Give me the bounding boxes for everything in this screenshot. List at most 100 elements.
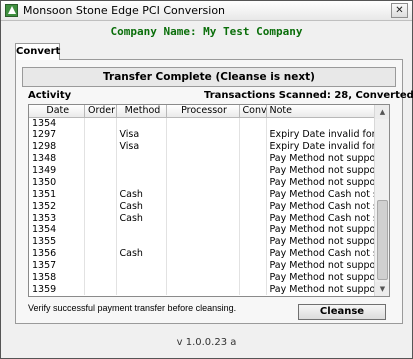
cell-conv — [239, 152, 267, 165]
cell-conv — [239, 271, 267, 284]
cell-processor — [166, 247, 240, 260]
cell-conv — [239, 164, 267, 177]
cell-processor — [166, 235, 240, 248]
table-row[interactable]: 1350 Pay Method not supported — [29, 176, 374, 189]
cell-conv — [239, 259, 267, 272]
cell-processor — [166, 200, 240, 213]
cell-date: 1298 — [29, 140, 85, 153]
cell-processor — [166, 152, 240, 165]
table-row[interactable]: 1359 Pay Method not supported — [29, 283, 374, 296]
cell-conv — [239, 235, 267, 248]
table-row[interactable]: 1358 Pay Method not supported — [29, 271, 374, 284]
cell-date: 1348 — [29, 152, 85, 165]
tab-convert[interactable]: Convert — [15, 43, 60, 60]
cell-order — [84, 212, 117, 225]
cell-method — [116, 176, 167, 189]
table-row[interactable]: 1356 Cash Pay Method Cash not suppo — [29, 247, 374, 260]
title-bar: Monsoon Stone Edge PCI Conversion ✕ — [1, 1, 412, 21]
table-row[interactable]: 1348 Pay Method not supported — [29, 152, 374, 165]
transactions-summary: Transactions Scanned: 28, Converted: — [204, 90, 413, 101]
table-row[interactable]: 1354 Pay Method not supported — [29, 224, 374, 236]
cell-date: 1357 — [29, 259, 85, 272]
column-header-note[interactable]: Note — [266, 105, 374, 118]
cell-date: 1354 — [29, 117, 85, 129]
cell-order — [84, 128, 117, 141]
cell-conv — [239, 200, 267, 213]
grid-scrollbar[interactable]: ▲ ▼ — [374, 105, 389, 296]
cell-conv — [239, 117, 267, 129]
scroll-down-icon[interactable]: ▼ — [375, 282, 389, 296]
cell-processor — [166, 259, 240, 272]
table-row[interactable]: 1357 Pay Method not supported — [29, 259, 374, 272]
cell-order — [84, 188, 117, 201]
cell-processor — [166, 188, 240, 201]
cell-order — [84, 259, 117, 272]
activity-label: Activity — [28, 90, 72, 101]
cell-processor — [166, 283, 240, 296]
cell-note: Pay Method Cash not suppo — [266, 247, 374, 260]
scroll-up-icon[interactable]: ▲ — [375, 105, 389, 119]
table-row[interactable]: 1351 Cash Pay Method Cash not suppo — [29, 188, 374, 201]
cell-method — [116, 283, 167, 296]
cell-processor — [166, 140, 240, 153]
cell-note: Pay Method not supported — [266, 259, 374, 272]
cell-conv — [239, 247, 267, 260]
table-row[interactable]: 1354 — [29, 117, 374, 129]
cell-conv — [239, 283, 267, 296]
cell-order — [84, 235, 117, 248]
table-row[interactable]: 1355 Pay Method not supported — [29, 235, 374, 248]
column-header-date[interactable]: Date — [29, 105, 85, 118]
column-header-processor[interactable]: Processor — [166, 105, 240, 118]
cell-processor — [166, 117, 240, 129]
cleanse-button[interactable]: Cleanse — [298, 304, 386, 320]
column-header-order[interactable]: Order — [84, 105, 117, 118]
cell-method — [116, 259, 167, 272]
company-name: Company Name: My Test Company — [110, 25, 303, 38]
cell-note: Pay Method not supported — [266, 152, 374, 165]
cell-conv — [239, 212, 267, 225]
cell-date: 1349 — [29, 164, 85, 177]
cell-date: 1352 — [29, 200, 85, 213]
table-row[interactable]: 1352 Cash Pay Method Cash not suppo — [29, 200, 374, 213]
column-header-method[interactable]: Method — [116, 105, 167, 118]
table-row[interactable]: 1349 Pay Method not supported — [29, 164, 374, 177]
cell-order — [84, 152, 117, 165]
scroll-thumb[interactable] — [377, 200, 388, 280]
cell-note: Pay Method Cash not suppo — [266, 200, 374, 213]
cell-order — [84, 247, 117, 260]
cell-order — [84, 164, 117, 177]
cell-order — [84, 271, 117, 284]
cell-method: Cash — [116, 247, 167, 260]
cell-date: 1351 — [29, 188, 85, 201]
table-row[interactable]: 1298 Visa Expiry Date invalid for custo — [29, 140, 374, 153]
cell-note: Pay Method Cash not suppo — [266, 188, 374, 201]
cell-processor — [166, 128, 240, 141]
cell-method — [116, 152, 167, 165]
cell-processor — [166, 212, 240, 225]
cell-date: 1355 — [29, 235, 85, 248]
table-row[interactable]: 1353 Cash Pay Method Cash not suppo — [29, 212, 374, 225]
cell-note: Pay Method Cash not suppo — [266, 212, 374, 225]
table-row[interactable]: 1297 Visa Expiry Date invalid for custo — [29, 128, 374, 141]
cell-conv — [239, 188, 267, 201]
cell-note: Pay Method not supported — [266, 283, 374, 296]
cell-note: Expiry Date invalid for custo — [266, 128, 374, 141]
activity-grid[interactable]: Date Order Method Processor Conv Note 13… — [28, 104, 390, 297]
cell-conv — [239, 176, 267, 189]
cell-processor — [166, 164, 240, 177]
table-header-row: Date Order Method Processor Conv Note — [29, 105, 374, 118]
cell-date: 1356 — [29, 247, 85, 260]
close-button[interactable]: ✕ — [391, 3, 408, 18]
cell-processor — [166, 224, 240, 236]
cell-method — [116, 164, 167, 177]
cell-note: Pay Method not supported — [266, 224, 374, 236]
status-banner: Transfer Complete (Cleanse is next) — [22, 67, 396, 87]
cell-date: 1358 — [29, 271, 85, 284]
column-header-conv[interactable]: Conv — [239, 105, 267, 118]
cell-conv — [239, 140, 267, 153]
cell-note: Expiry Date invalid for custo — [266, 140, 374, 153]
cell-method — [116, 117, 167, 129]
cell-method: Cash — [116, 200, 167, 213]
cell-order — [84, 176, 117, 189]
cell-method — [116, 224, 167, 236]
